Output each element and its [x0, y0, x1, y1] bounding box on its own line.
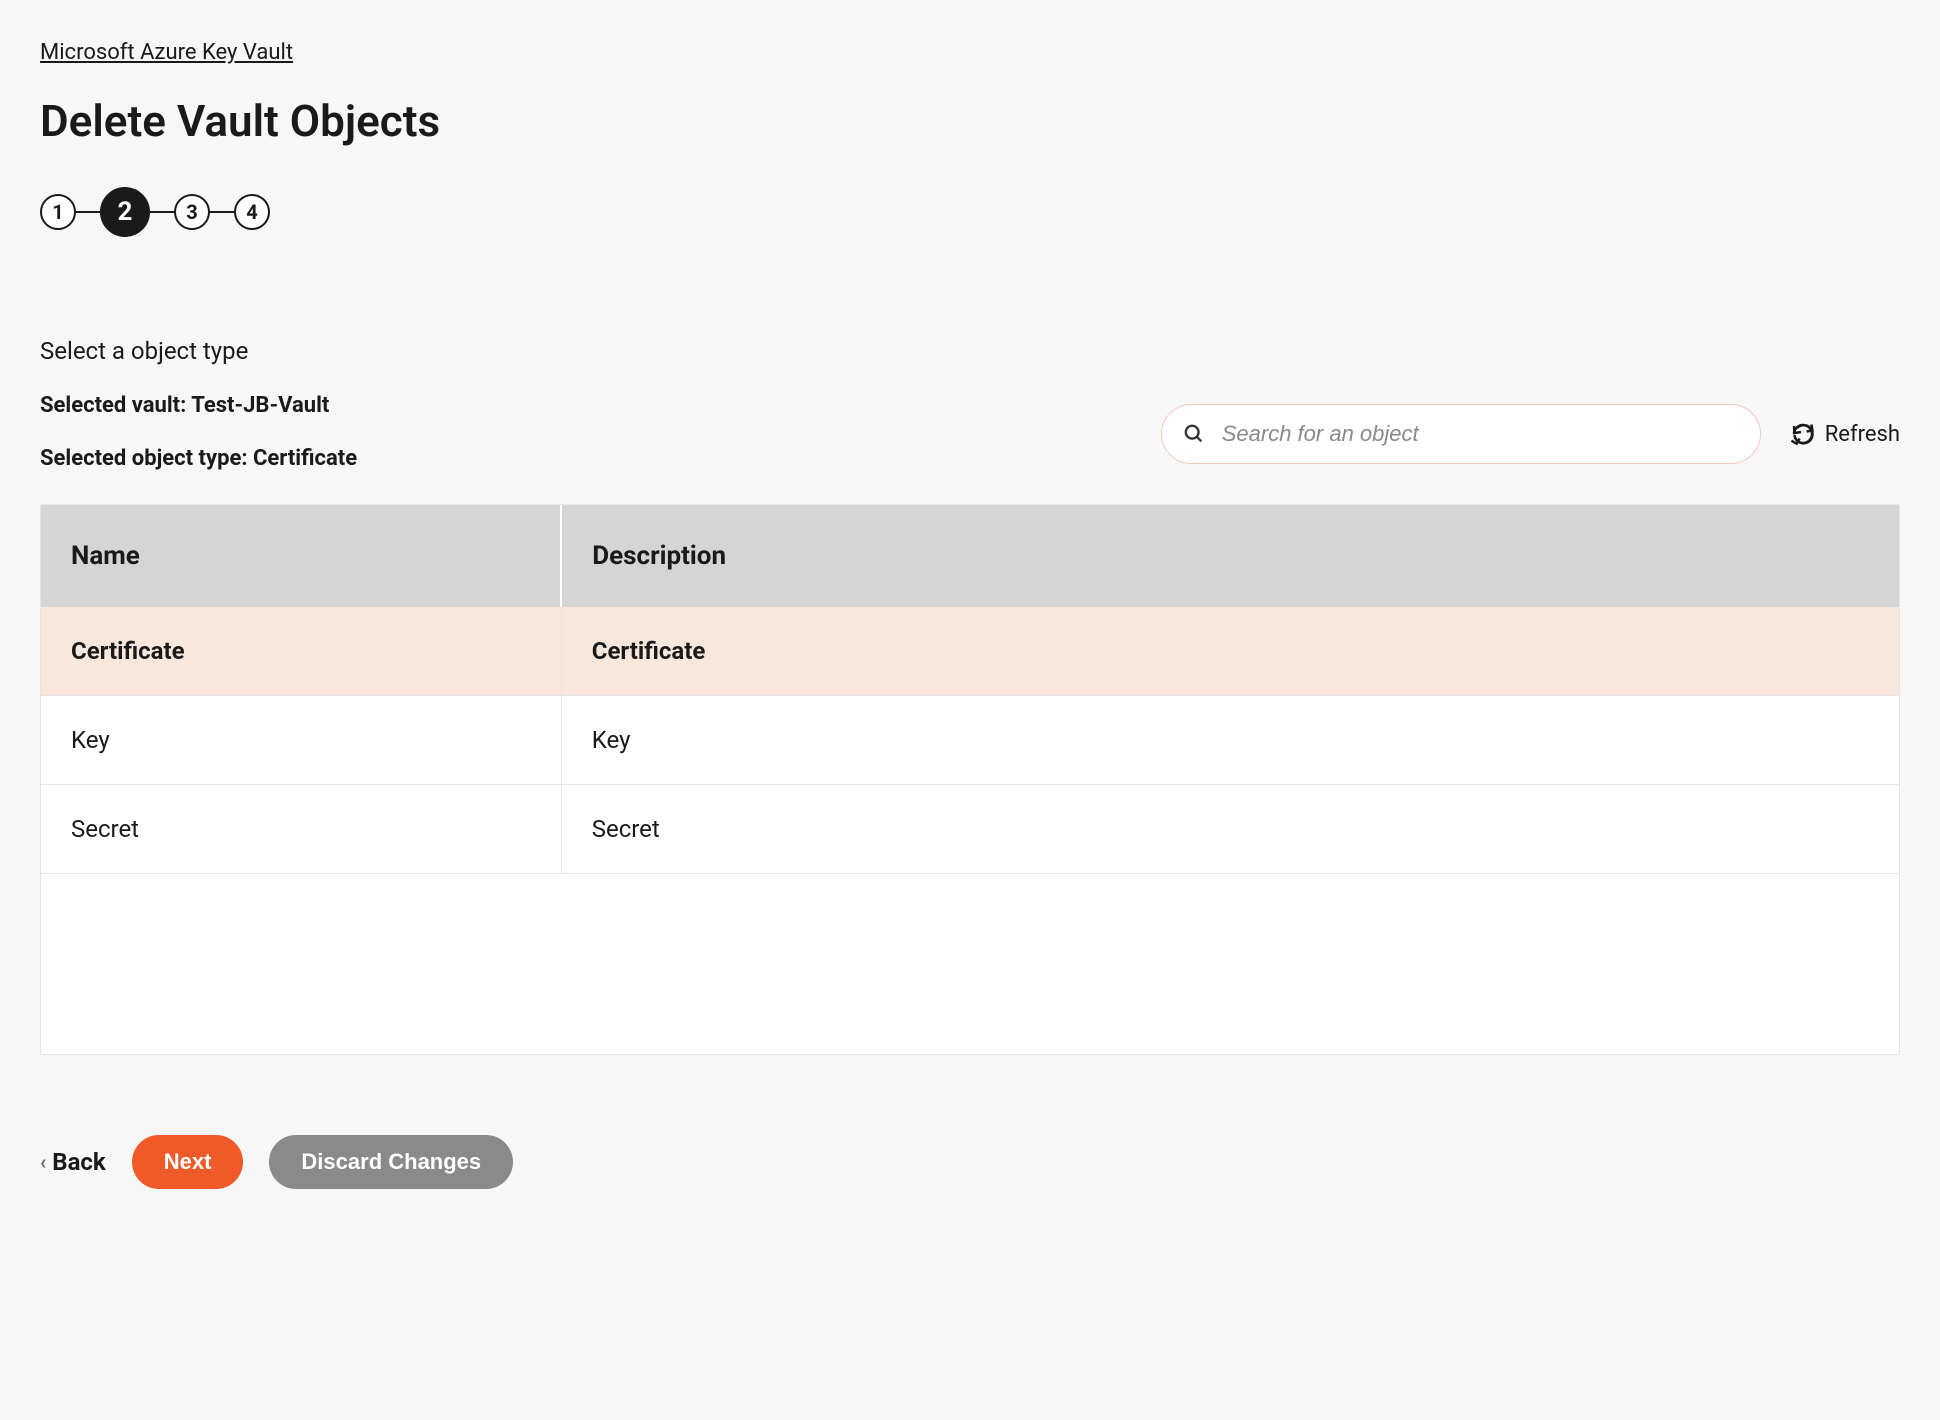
back-label: Back: [52, 1148, 105, 1176]
table-row[interactable]: Secret Secret: [41, 785, 1899, 874]
next-button[interactable]: Next: [132, 1135, 244, 1189]
table-header-description[interactable]: Description: [561, 505, 1899, 607]
cell-name: Key: [41, 696, 561, 785]
refresh-label: Refresh: [1825, 422, 1900, 447]
search-wrapper: [1161, 404, 1761, 464]
select-prompt: Select a object type: [40, 337, 1900, 365]
cell-name: Certificate: [41, 607, 561, 696]
cell-description: Secret: [561, 785, 1899, 874]
stepper: 1 2 3 4: [40, 187, 1900, 237]
table-header-name[interactable]: Name: [41, 505, 561, 607]
step-3[interactable]: 3: [174, 194, 210, 230]
step-connector: [150, 211, 174, 213]
step-1[interactable]: 1: [40, 194, 76, 230]
table-empty-space: [41, 874, 1899, 1054]
refresh-button[interactable]: Refresh: [1791, 422, 1900, 447]
search-icon: [1183, 423, 1205, 445]
step-2[interactable]: 2: [100, 187, 150, 237]
table-row[interactable]: Key Key: [41, 696, 1899, 785]
page-title: Delete Vault Objects: [40, 95, 1900, 147]
table-row[interactable]: Certificate Certificate: [41, 607, 1899, 696]
cell-description: Key: [561, 696, 1899, 785]
breadcrumb[interactable]: Microsoft Azure Key Vault: [40, 40, 293, 65]
refresh-icon: [1791, 422, 1815, 446]
step-connector: [76, 211, 100, 213]
cell-description: Certificate: [561, 607, 1899, 696]
chevron-left-icon: ‹: [40, 1150, 46, 1174]
cell-name: Secret: [41, 785, 561, 874]
object-type-table: Name Description Certificate Certificate…: [40, 504, 1900, 1055]
search-input[interactable]: [1161, 404, 1761, 464]
footer-buttons: ‹ Back Next Discard Changes: [40, 1135, 1900, 1189]
step-4[interactable]: 4: [234, 194, 270, 230]
step-connector: [210, 211, 234, 213]
discard-changes-button[interactable]: Discard Changes: [269, 1135, 513, 1189]
back-button[interactable]: ‹ Back: [40, 1148, 106, 1176]
